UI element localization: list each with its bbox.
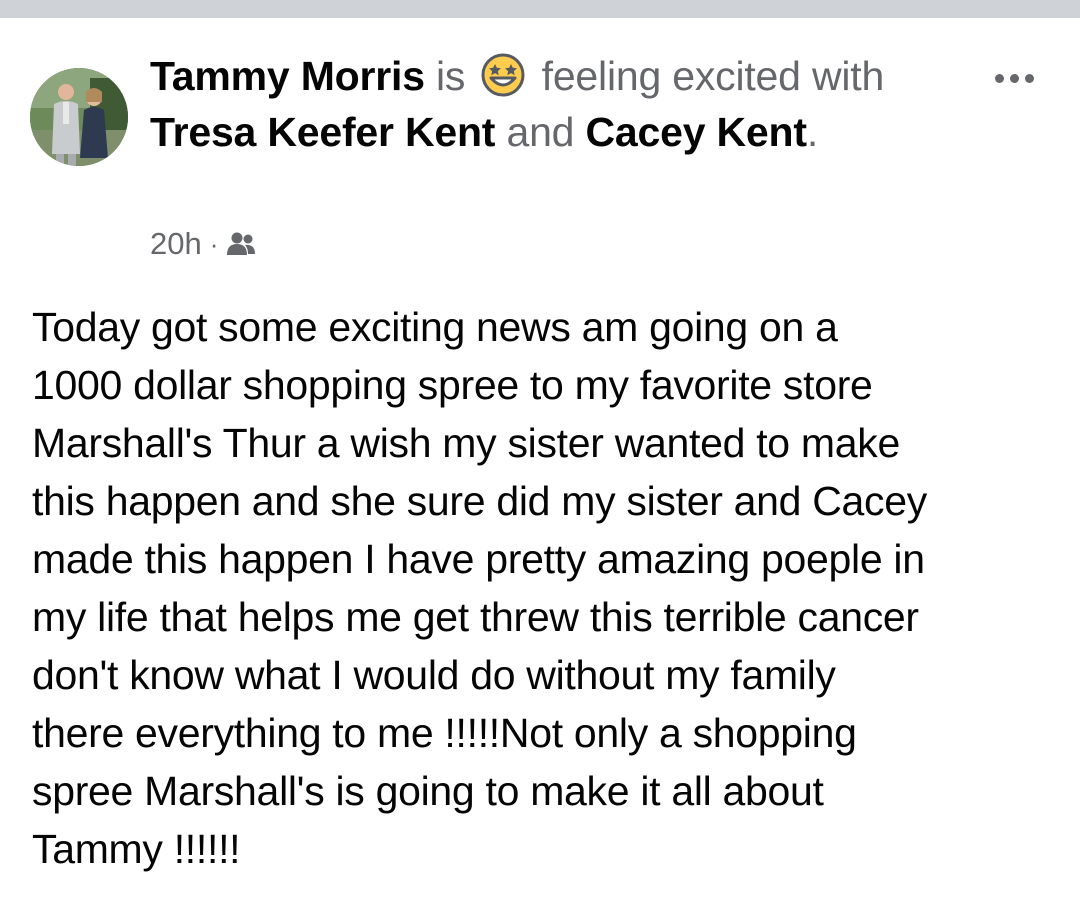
post-body: Today got some exciting news am going on… [32, 298, 1057, 878]
period-text: . [806, 109, 819, 155]
feed-divider [0, 0, 1080, 18]
friends-icon[interactable] [226, 231, 256, 257]
post-body-line: there everything to me !!!!!Not only a s… [32, 710, 857, 756]
more-horizontal-icon [994, 73, 1004, 83]
and-text: and [506, 109, 575, 155]
author-avatar[interactable] [30, 68, 128, 166]
post-headline: Tammy Morris is feeling excited with Tre… [150, 48, 910, 160]
post-body-line: Today got some exciting news am going on… [32, 304, 838, 350]
post-body-line: this happen and she sure did my sister a… [32, 478, 927, 524]
post-meta: 20h · [150, 224, 256, 264]
post-body-line: Tammy !!!!!! [32, 826, 241, 872]
more-horizontal-icon [1024, 73, 1034, 83]
timestamp-link[interactable]: 20h [150, 226, 202, 262]
star-struck-emoji-icon [480, 52, 526, 98]
post-body-line: my life that helps me get threw this ter… [32, 594, 919, 640]
avatar-photo-icon [30, 68, 128, 166]
post-body-line: Marshall's Thur a wish my sister wanted … [32, 420, 900, 466]
author-name-link[interactable]: Tammy Morris [150, 53, 425, 99]
tagged-friend-link[interactable]: Cacey Kent [585, 109, 807, 155]
tagged-friend-link[interactable]: Tresa Keefer Kent [150, 109, 495, 155]
is-text: is [436, 53, 466, 99]
more-options-button[interactable] [982, 58, 1046, 98]
meta-separator: · [209, 228, 219, 259]
post-body-line: spree Marshall's is going to make it all… [32, 768, 824, 814]
post-card: Tammy Morris is feeling excited with Tre… [0, 18, 1080, 909]
post-body-line: don't know what I would do without my fa… [32, 652, 836, 698]
with-text: with [811, 53, 885, 99]
more-horizontal-icon [1009, 73, 1019, 83]
post-body-line: made this happen I have pretty amazing p… [32, 536, 925, 582]
post-body-line: 1000 dollar shopping spree to my favorit… [32, 362, 873, 408]
feeling-text: feeling excited [541, 53, 801, 99]
